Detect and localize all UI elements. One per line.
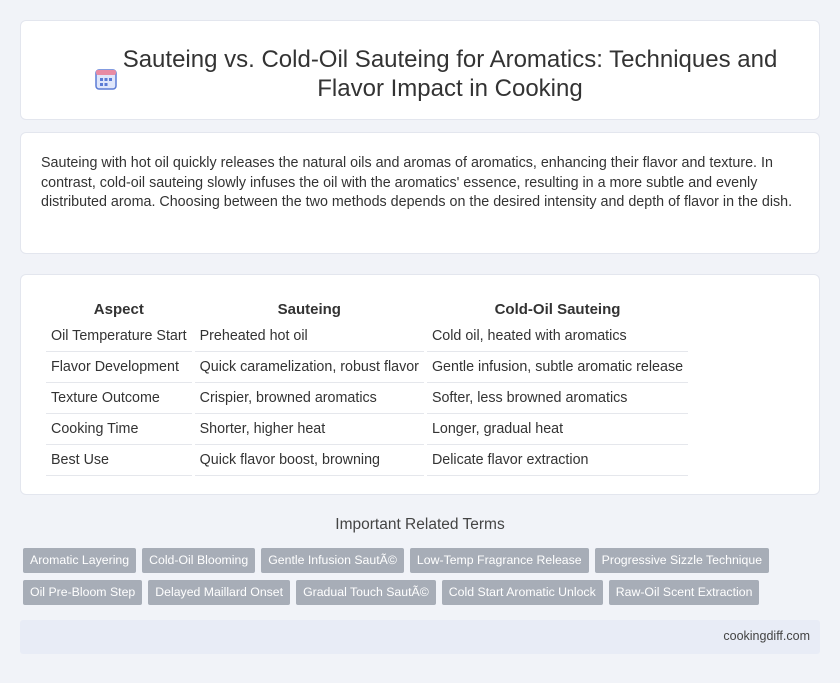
comparison-card: Aspect Sauteing Cold-Oil Sauteing Oil Te… [20,274,820,495]
table-cell: Shorter, higher heat [194,414,424,445]
table-cell: Crispier, browned aromatics [194,383,424,414]
table-row: Texture Outcome Crispier, browned aromat… [46,383,689,414]
related-terms-title: Important Related Terms [335,516,505,533]
table-cell: Cold oil, heated with aromatics [426,321,689,352]
related-term-tag[interactable]: Cold-Oil Blooming [142,548,256,573]
related-term-tag[interactable]: Gradual Touch SautÃ© [296,580,436,605]
related-term-tag[interactable]: Gentle Infusion SautÃ© [261,548,404,573]
table-row: Oil Temperature Start Preheated hot oil … [46,321,689,352]
table-row: Best Use Quick flavor boost, browning De… [46,445,689,476]
table-cell: Best Use [46,445,192,476]
header-card: Sauteing vs. Cold-Oil Sauteing for Aroma… [20,20,820,120]
page-title: Sauteing vs. Cold-Oil Sauteing for Aroma… [122,46,778,102]
table-cell: Preheated hot oil [194,321,424,352]
table-cell: Cooking Time [46,414,192,445]
footer-site-link[interactable]: cookingdiff.com [723,629,810,643]
table-header-row: Aspect Sauteing Cold-Oil Sauteing [46,295,688,321]
related-term-tag[interactable]: Raw-Oil Scent Extraction [608,580,760,605]
related-term-tag[interactable]: Progressive Sizzle Technique [594,548,770,573]
footer: cookingdiff.com [20,620,820,654]
intro-paragraph: Sauteing with hot oil quickly releases t… [41,155,793,210]
related-term-tag[interactable]: Low-Temp Fragrance Release [409,548,589,573]
related-term-tag[interactable]: Cold Start Aromatic Unlock [441,580,603,605]
column-header: Sauteing [277,301,341,318]
table-cell: Quick caramelization, robust flavor [194,352,424,383]
related-tags-row: Aromatic Layering Cold-Oil Blooming Gentle… [23,548,823,573]
table-cell: Flavor Development [46,352,192,383]
table-cell: Gentle infusion, subtle aromatic release [426,352,689,383]
related-tags-row: Oil Pre-Bloom Step Delayed Maillard Onset… [23,580,823,605]
related-term-tag[interactable]: Delayed Maillard Onset [148,580,291,605]
table-cell: Delicate flavor extraction [426,445,689,476]
related-term-tag[interactable]: Oil Pre-Bloom Step [23,580,143,605]
table-row: Cooking Time Shorter, higher heat Longer… [46,414,689,445]
table-cell: Oil Temperature Start [46,321,192,352]
table-cell: Texture Outcome [46,383,192,414]
column-header: Cold-Oil Sauteing [494,301,621,318]
table-cell: Quick flavor boost, browning [194,445,424,476]
intro-card: Sauteing with hot oil quickly releases t… [20,132,820,254]
table-row: Flavor Development Quick caramelization,… [46,352,689,383]
comparison-table: Aspect Sauteing Cold-Oil Sauteing Oil Te… [43,295,691,476]
column-header: Aspect [93,301,144,318]
table-cell: Softer, less browned aromatics [426,383,689,414]
table-cell: Longer, gradual heat [426,414,689,445]
related-term-tag[interactable]: Aromatic Layering [23,548,137,573]
